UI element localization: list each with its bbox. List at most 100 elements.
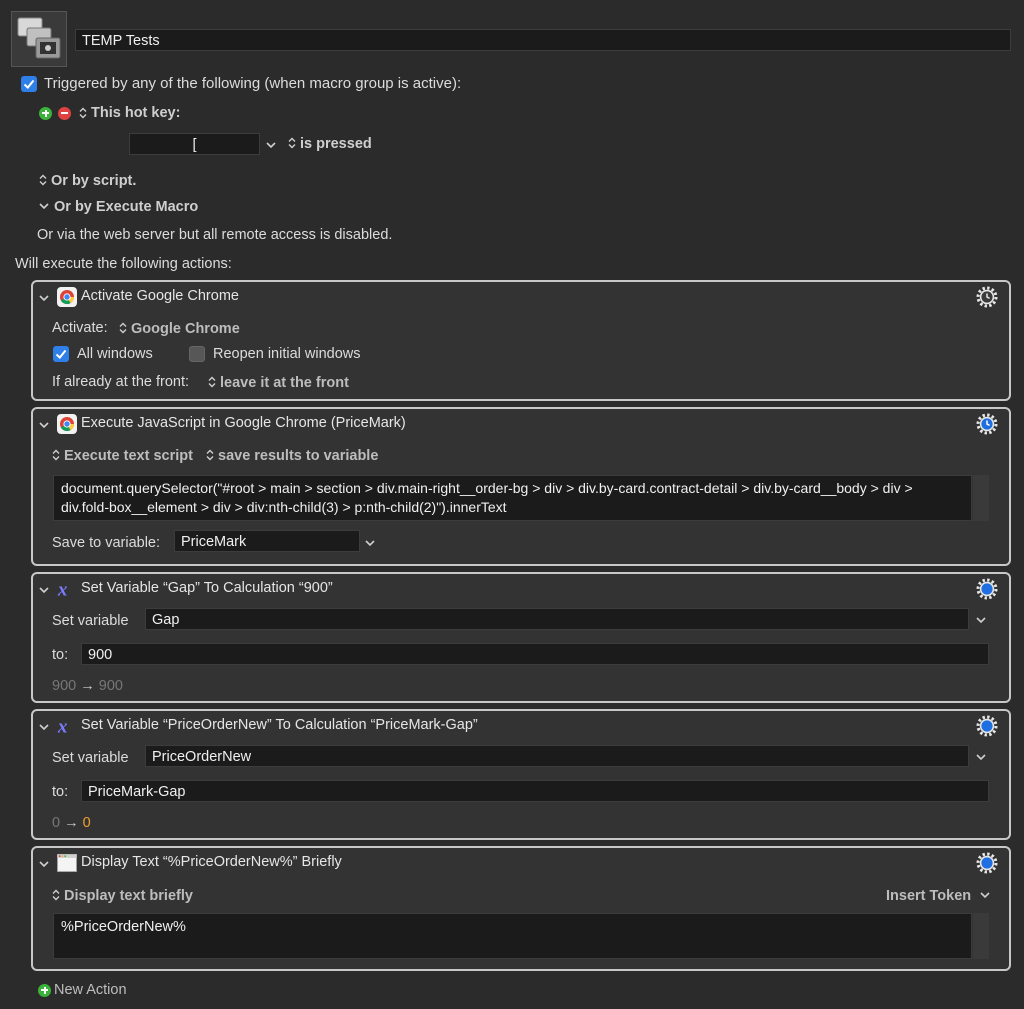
display-text-area[interactable]: %PriceOrderNew%: [53, 913, 972, 959]
front-label: If already at the front:: [52, 374, 190, 390]
to-label: to:: [52, 647, 69, 663]
activate-label: Activate:: [52, 320, 108, 336]
chevron-down-icon[interactable]: [39, 586, 49, 594]
all-windows-checkbox[interactable]: [53, 346, 69, 362]
updown-icon: [52, 889, 60, 901]
remove-trigger-icon[interactable]: [58, 106, 71, 120]
add-icon: [38, 983, 51, 997]
check-icon: [53, 346, 69, 362]
variable-dropdown-chevron-icon[interactable]: [976, 616, 986, 624]
or-execute-macro-disclosure[interactable]: Or by Execute Macro: [39, 199, 198, 215]
to-label: to:: [52, 784, 69, 800]
arrow-right-icon: →: [80, 678, 95, 694]
web-server-note: Or via the web server but all remote acc…: [37, 227, 393, 243]
hotkey-row: This hot key:: [39, 105, 180, 121]
front-value: leave it at the front: [220, 375, 349, 391]
front-popup[interactable]: leave it at the front: [208, 375, 349, 391]
variable-dropdown-chevron-icon[interactable]: [976, 753, 986, 761]
triggered-label: Triggered by any of the following (when …: [44, 75, 462, 92]
hotkey-dropdown-chevron-icon[interactable]: [266, 141, 276, 149]
updown-icon: [39, 174, 47, 186]
is-pressed-label: is pressed: [300, 136, 372, 152]
updown-icon: [119, 322, 127, 334]
triggered-checkbox[interactable]: [21, 75, 37, 92]
script-mode-popup[interactable]: Execute text script: [52, 448, 193, 464]
action-display-text[interactable]: Display Text “%PriceOrderNew%” Briefly D…: [31, 846, 1011, 971]
save-to-variable-label: Save to variable:: [52, 535, 161, 551]
chevron-down-icon[interactable]: [39, 421, 49, 429]
activate-app-value: Google Chrome: [131, 321, 240, 337]
action-activate-chrome[interactable]: Activate Google Chrome Activate: Google …: [31, 280, 1011, 401]
script-text-area[interactable]: document.querySelector("#root > main > s…: [53, 475, 972, 521]
preview-to: 0: [82, 815, 91, 831]
preview-from: 0: [52, 815, 61, 831]
check-icon: [21, 76, 37, 92]
save-variable-field[interactable]: PriceMark: [174, 530, 360, 552]
action-title: Set Variable “PriceOrderNew” To Calculat…: [81, 717, 478, 733]
action-title: Display Text “%PriceOrderNew%” Briefly: [81, 854, 342, 870]
hotkey-label[interactable]: This hot key:: [91, 105, 180, 121]
new-action-button[interactable]: New Action: [38, 982, 127, 998]
updown-icon: [52, 449, 60, 461]
calculation-preview: 0 → 0: [52, 815, 91, 831]
chrome-icon: [57, 287, 77, 307]
macro-icon[interactable]: [11, 11, 67, 67]
display-mode-value: Display text briefly: [64, 888, 193, 904]
chevron-down-icon[interactable]: [39, 860, 49, 868]
calculation-field[interactable]: PriceMark-Gap: [81, 780, 989, 802]
reopen-row: Reopen initial windows: [189, 346, 361, 362]
updown-icon: [288, 137, 296, 149]
chevron-down-icon[interactable]: [39, 294, 49, 302]
updown-icon: [79, 107, 87, 119]
chevron-down-icon[interactable]: [39, 723, 49, 731]
gear-clock-icon[interactable]: [975, 285, 999, 309]
insert-token-label: Insert Token: [886, 888, 972, 904]
gear-icon[interactable]: [975, 577, 999, 601]
script-line: document.querySelector("#root > main > s…: [61, 480, 913, 496]
action-execute-javascript[interactable]: Execute JavaScript in Google Chrome (Pri…: [31, 407, 1011, 566]
set-variable-label: Set variable: [52, 613, 129, 629]
or-script-label: Or by script.: [51, 173, 137, 189]
updown-icon: [206, 449, 214, 461]
action-set-variable-priceordernew[interactable]: Set Variable “PriceOrderNew” To Calculat…: [31, 709, 1011, 840]
variable-dropdown-chevron-icon[interactable]: [365, 539, 375, 547]
script-line: div.fold-box__element > div > div:nth-ch…: [61, 499, 507, 515]
calculation-preview: 900 → 900: [52, 678, 123, 694]
script-scrollbar[interactable]: [973, 475, 989, 521]
variable-x-icon: [57, 579, 77, 599]
action-title: Execute JavaScript in Google Chrome (Pri…: [81, 415, 406, 431]
is-pressed-popup[interactable]: is pressed: [288, 136, 372, 152]
arrow-right-icon: →: [64, 815, 79, 831]
or-execute-label: Or by Execute Macro: [54, 199, 199, 215]
result-mode-value: save results to variable: [218, 448, 379, 464]
display-mode-popup[interactable]: Display text briefly: [52, 888, 193, 904]
add-trigger-icon[interactable]: [39, 106, 52, 120]
reopen-checkbox[interactable]: [189, 346, 205, 362]
calculation-field[interactable]: 900: [81, 643, 989, 665]
gear-clock-icon[interactable]: [975, 412, 999, 436]
set-variable-field[interactable]: Gap: [145, 608, 969, 630]
new-action-label: New Action: [54, 982, 127, 998]
or-script-popup[interactable]: Or by script.: [39, 173, 136, 189]
action-set-variable-gap[interactable]: Set Variable “Gap” To Calculation “900” …: [31, 572, 1011, 703]
display-text-scrollbar[interactable]: [973, 913, 989, 959]
preview-to: 900: [98, 678, 123, 694]
all-windows-label: All windows: [77, 346, 153, 362]
actions-heading: Will execute the following actions:: [15, 256, 232, 272]
set-variable-field[interactable]: PriceOrderNew: [145, 745, 969, 767]
gear-icon[interactable]: [975, 851, 999, 875]
action-title: Activate Google Chrome: [81, 288, 239, 304]
insert-token-menu[interactable]: Insert Token: [886, 888, 995, 904]
preview-from: 900: [52, 678, 77, 694]
result-mode-popup[interactable]: save results to variable: [206, 448, 378, 464]
chevron-down-icon: [39, 202, 49, 210]
triggered-row: Triggered by any of the following (when …: [21, 75, 461, 92]
all-windows-row: All windows: [53, 346, 153, 362]
chevron-down-icon: [980, 891, 990, 899]
gear-icon[interactable]: [975, 714, 999, 738]
activate-app-popup[interactable]: Google Chrome: [119, 321, 240, 337]
variable-x-icon: [57, 716, 77, 736]
hotkey-field[interactable]: [: [129, 133, 260, 155]
macro-name-field[interactable]: TEMP Tests: [75, 29, 1011, 51]
chrome-icon: [57, 414, 77, 434]
